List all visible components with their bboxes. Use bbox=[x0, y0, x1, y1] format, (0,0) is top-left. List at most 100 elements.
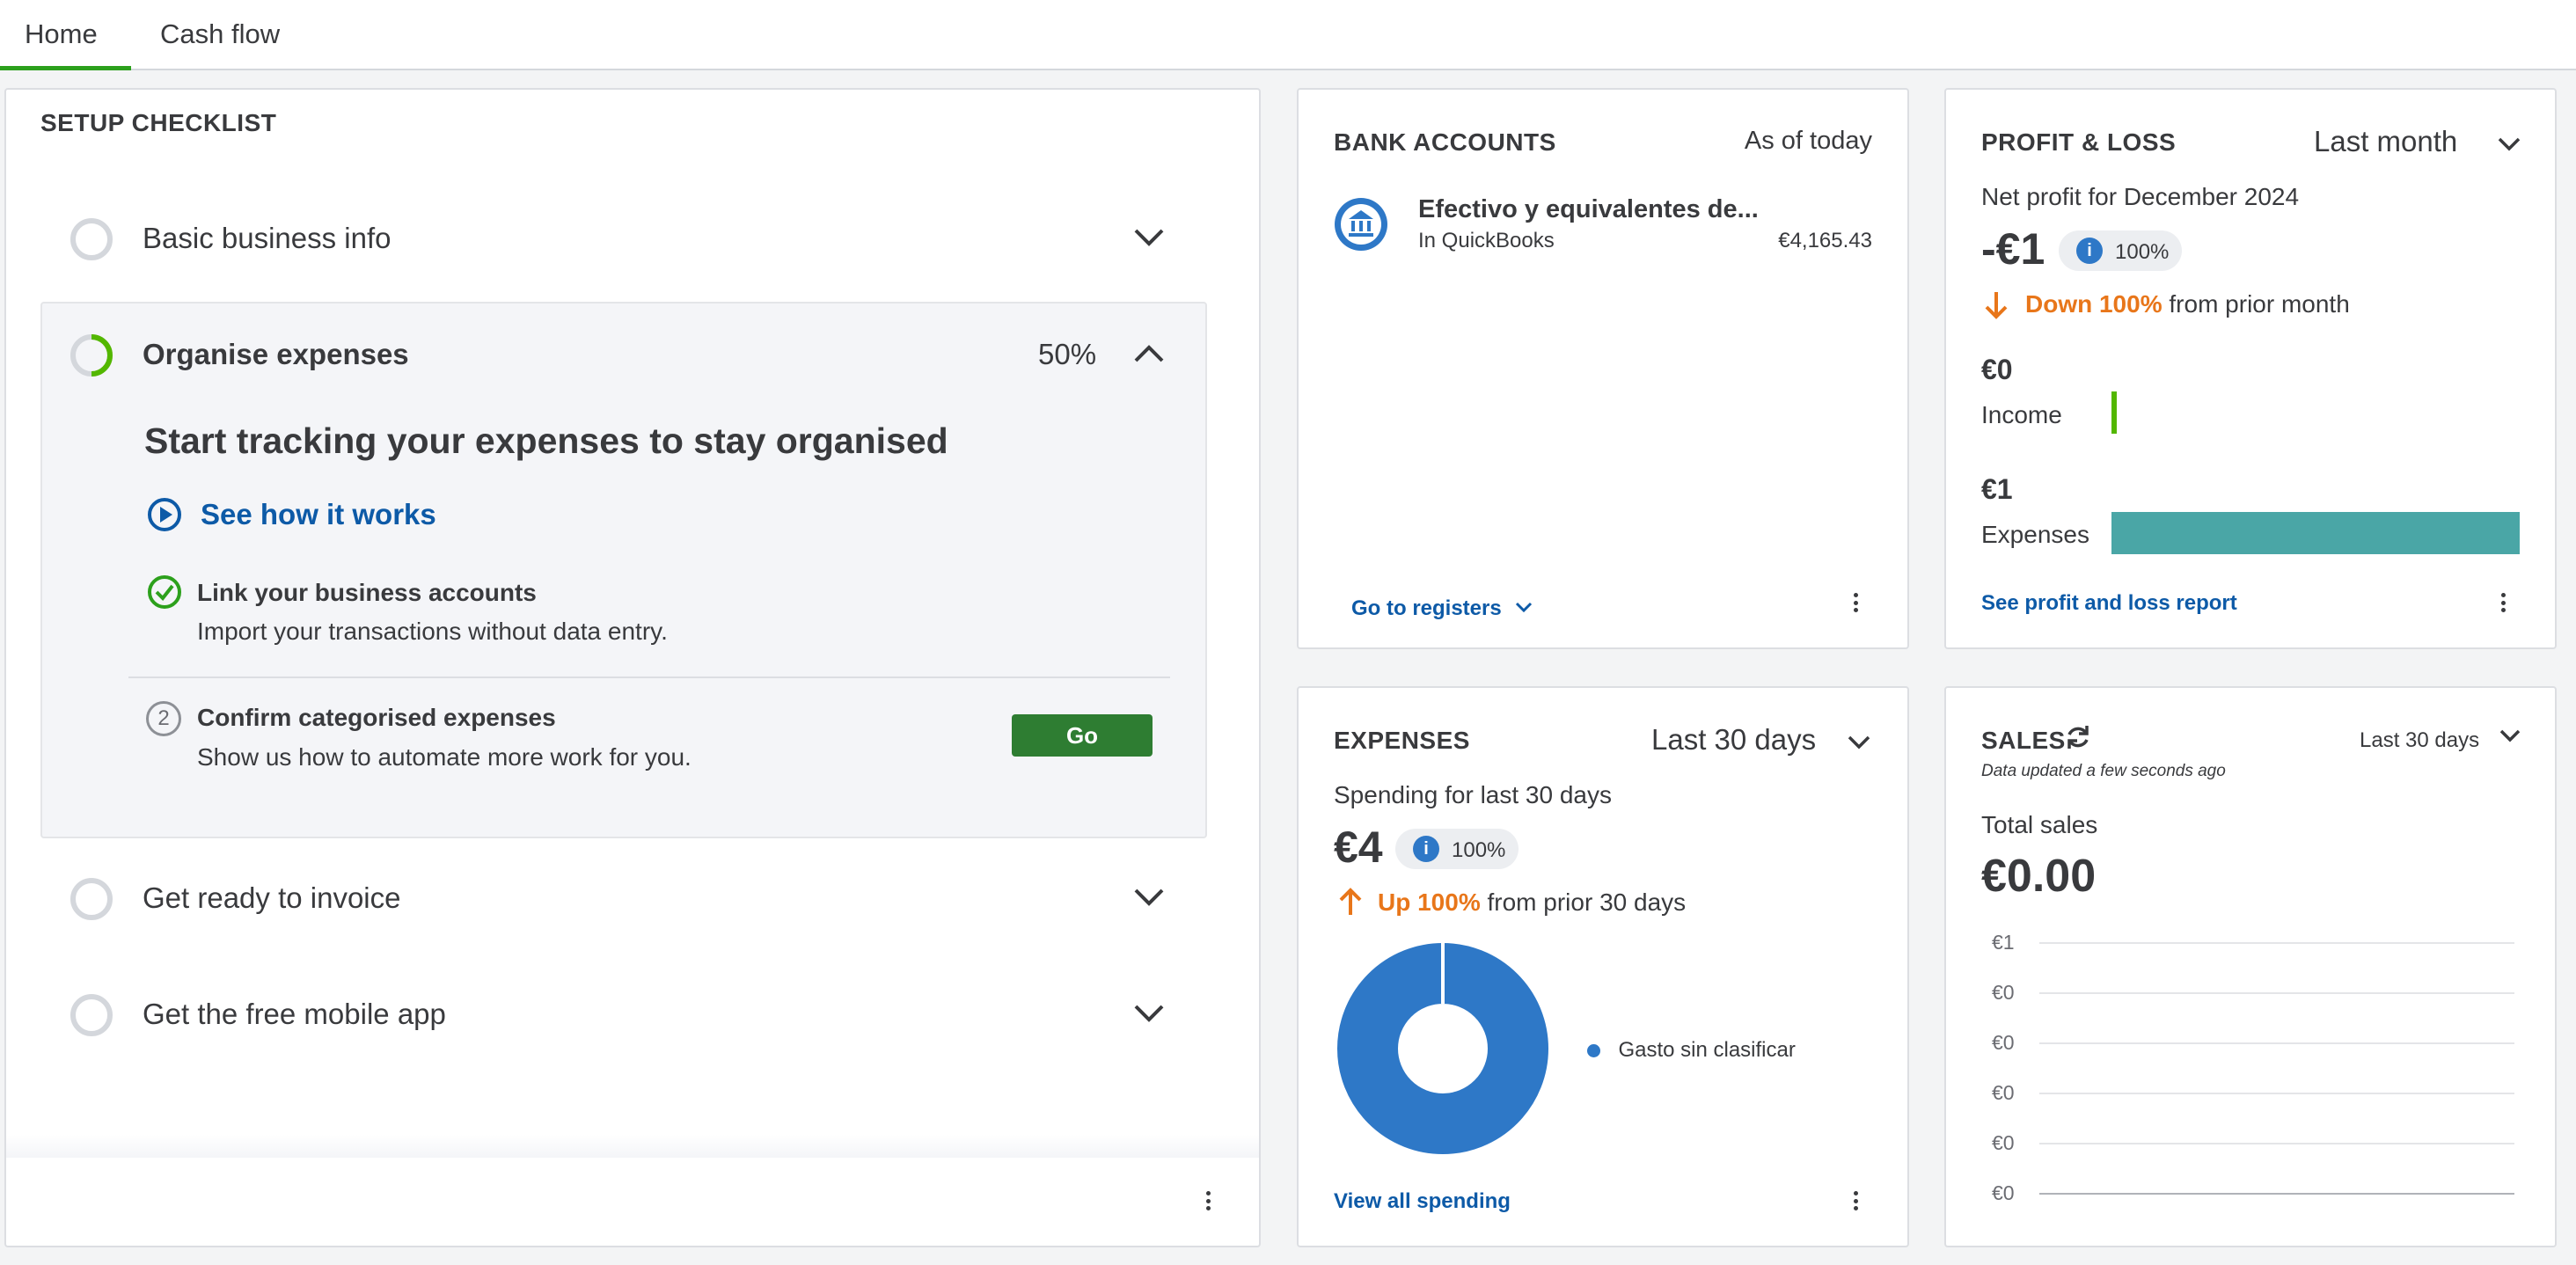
bank-icon bbox=[1335, 198, 1387, 251]
tab-bar: Home Cash flow bbox=[0, 0, 2576, 70]
change-suffix: from prior 30 days bbox=[1487, 888, 1687, 916]
arrow-down-icon bbox=[1985, 292, 2008, 319]
tab-home[interactable]: Home bbox=[0, 0, 131, 70]
info-icon: i bbox=[1413, 836, 1439, 862]
checklist-item-invoice[interactable]: Get ready to invoice bbox=[42, 862, 1204, 936]
expanded-heading: Start tracking your expenses to stay org… bbox=[144, 420, 948, 461]
expenses-title: EXPENSES bbox=[1334, 727, 1470, 754]
period-label: Last month bbox=[2314, 125, 2458, 157]
info-badge[interactable]: i 100% bbox=[2059, 230, 2182, 271]
incomplete-ring-icon bbox=[70, 218, 113, 260]
checklist-item-label: Get ready to invoice bbox=[143, 881, 401, 914]
tab-cash-flow[interactable]: Cash flow bbox=[160, 0, 301, 70]
chevron-down-icon bbox=[1848, 735, 1870, 749]
change-suffix: from prior month bbox=[2169, 290, 2350, 318]
change-text: Down 100% bbox=[2025, 290, 2163, 318]
y-tick-label: €0 bbox=[1992, 1031, 2015, 1054]
account-balance: €4,165.43 bbox=[1778, 229, 1872, 252]
incomplete-ring-icon bbox=[70, 878, 113, 920]
data-updated-label: Data updated a few seconds ago bbox=[1981, 762, 2226, 780]
checklist-item-organise-expenses[interactable]: Organise expenses 50% bbox=[42, 318, 1204, 392]
gridline bbox=[2039, 1042, 2514, 1044]
arrow-up-icon bbox=[1339, 888, 1362, 915]
y-tick-label: €1 bbox=[1992, 931, 2015, 954]
info-percent: 100% bbox=[1452, 838, 1506, 862]
y-tick-label: €0 bbox=[1992, 981, 2015, 1004]
total-sales-label: Total sales bbox=[1981, 811, 2098, 838]
change-text: Up 100% bbox=[1378, 888, 1481, 916]
bank-accounts-title: BANK ACCOUNTS bbox=[1334, 128, 1556, 156]
refresh-icon[interactable] bbox=[2064, 723, 2092, 751]
period-label: Last 30 days bbox=[2360, 728, 2480, 752]
y-tick-label: €0 bbox=[1992, 1081, 2015, 1104]
expenses-label: Expenses bbox=[1981, 521, 2089, 548]
setup-checklist-title: SETUP CHECKLIST bbox=[40, 109, 277, 136]
step-number-badge: 2 bbox=[146, 701, 181, 736]
play-circle-icon bbox=[148, 498, 181, 531]
task-description: Show us how to automate more work for yo… bbox=[197, 743, 692, 771]
bank-accounts-card bbox=[1297, 88, 1909, 649]
income-value: €0 bbox=[1981, 354, 2013, 385]
see-profit-loss-report-link[interactable]: See profit and loss report bbox=[1981, 591, 2237, 616]
account-name: Efectivo y equivalentes de... bbox=[1418, 195, 1759, 223]
checklist-more-menu[interactable] bbox=[1202, 1186, 1214, 1216]
bank-accounts-more-menu[interactable] bbox=[1849, 588, 1862, 618]
profit-loss-title: PROFIT & LOSS bbox=[1981, 128, 2177, 156]
gridline bbox=[2039, 1093, 2514, 1094]
net-profit-label: Net profit for December 2024 bbox=[1981, 183, 2300, 210]
expenses-more-menu[interactable] bbox=[1849, 1186, 1862, 1216]
chevron-down-icon bbox=[1134, 888, 1164, 906]
checklist-item-basic-info[interactable]: Basic business info bbox=[42, 202, 1204, 276]
checklist-footer-divider bbox=[6, 1135, 1259, 1158]
task-title: Confirm categorised expenses bbox=[197, 704, 556, 731]
check-circle-icon bbox=[148, 575, 181, 609]
chevron-down-icon bbox=[1134, 1005, 1164, 1022]
as-of-label: As of today bbox=[1744, 127, 1872, 155]
legend-item[interactable]: Gasto sin clasificar bbox=[1587, 1038, 1796, 1063]
spending-value: €4 bbox=[1334, 823, 1383, 872]
spending-label: Spending for last 30 days bbox=[1334, 781, 1612, 808]
sales-period-dropdown[interactable]: Last 30 days bbox=[2360, 727, 2521, 758]
checklist-item-mobile-app[interactable]: Get the free mobile app bbox=[42, 978, 1204, 1052]
go-to-registers-label: Go to registers bbox=[1351, 596, 1502, 620]
account-source: In QuickBooks bbox=[1418, 229, 1555, 252]
sales-title: SALES bbox=[1981, 727, 2066, 754]
see-how-it-works-label: See how it works bbox=[201, 498, 436, 530]
info-percent: 100% bbox=[2115, 240, 2170, 264]
legend-dot-icon bbox=[1587, 1043, 1600, 1057]
bank-account-row[interactable]: Efectivo y equivalentes de... In QuickBo… bbox=[1418, 195, 1872, 257]
expenses-period-dropdown[interactable]: Last 30 days bbox=[1651, 723, 1871, 758]
change-line: Down 100% from prior month bbox=[2025, 290, 2350, 318]
period-label: Last 30 days bbox=[1651, 723, 1817, 756]
task-description: Import your transactions without data en… bbox=[197, 618, 668, 645]
info-badge[interactable]: i 100% bbox=[1395, 829, 1519, 869]
y-tick-label: €0 bbox=[1992, 1181, 2015, 1204]
chevron-down-icon bbox=[1134, 229, 1164, 246]
chevron-up-icon bbox=[1134, 345, 1164, 362]
progress-percent: 50% bbox=[1038, 338, 1097, 370]
profit-loss-card bbox=[1944, 88, 2557, 649]
x-axis-line bbox=[2039, 1193, 2514, 1195]
checklist-item-label: Get the free mobile app bbox=[143, 998, 446, 1030]
go-to-registers-link[interactable]: Go to registers bbox=[1351, 596, 1533, 621]
divider bbox=[128, 676, 1170, 678]
gridline bbox=[2039, 992, 2514, 994]
net-profit-value: -€1 bbox=[1981, 224, 2045, 274]
incomplete-ring-icon bbox=[70, 994, 113, 1036]
profit-loss-period-dropdown[interactable]: Last month bbox=[2314, 125, 2521, 160]
task-title: Link your business accounts bbox=[197, 579, 537, 606]
profit-loss-more-menu[interactable] bbox=[2497, 588, 2509, 618]
total-sales-value: €0.00 bbox=[1981, 851, 2097, 902]
y-tick-label: €0 bbox=[1992, 1131, 2015, 1154]
view-all-spending-link[interactable]: View all spending bbox=[1334, 1189, 1511, 1214]
chevron-down-icon bbox=[2499, 729, 2521, 742]
go-button[interactable]: Go bbox=[1012, 714, 1153, 757]
info-icon: i bbox=[2076, 238, 2103, 264]
change-line: Up 100% from prior 30 days bbox=[1378, 888, 1686, 917]
checklist-item-label: Basic business info bbox=[143, 222, 392, 254]
expenses-bar[interactable] bbox=[2111, 512, 2520, 554]
income-bar[interactable] bbox=[2111, 391, 2117, 434]
income-label: Income bbox=[1981, 401, 2062, 428]
progress-ring-icon bbox=[70, 334, 113, 377]
gridline bbox=[2039, 1143, 2514, 1144]
